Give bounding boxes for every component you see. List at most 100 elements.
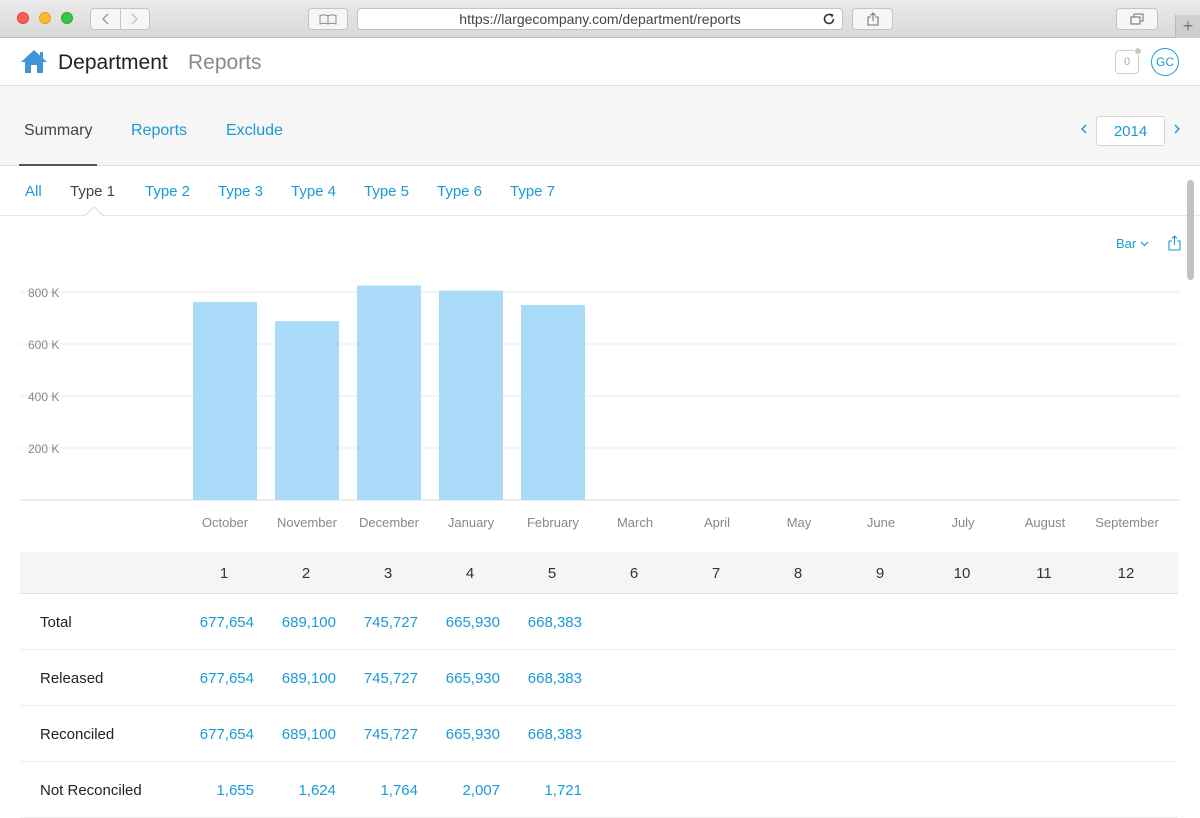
back-button[interactable] — [91, 9, 120, 29]
y-tick-label: 200 K — [28, 442, 59, 456]
table-cell[interactable]: 665,930 — [420, 614, 500, 631]
app-brand[interactable]: Department — [58, 51, 168, 75]
row-label: Reconciled — [40, 726, 115, 743]
tab-summary[interactable]: Summary — [24, 122, 92, 140]
table-cell[interactable]: 665,930 — [420, 726, 500, 743]
table-cell[interactable]: 745,727 — [338, 726, 418, 743]
bar[interactable] — [439, 290, 503, 500]
x-tick-label: May — [787, 515, 812, 530]
browser-toolbar: https://largecompany.com/department/repo… — [0, 0, 1200, 38]
column-header: 6 — [629, 565, 639, 582]
chart-type-label: Bar — [1116, 236, 1137, 251]
show-tabs-button[interactable] — [1116, 8, 1158, 30]
bar[interactable] — [521, 305, 585, 500]
column-header: 2 — [301, 565, 311, 582]
next-year-icon[interactable] — [1173, 122, 1181, 136]
type-filter-4[interactable]: Type 4 — [291, 183, 336, 200]
chevron-down-icon — [1140, 241, 1149, 246]
export-icon[interactable] — [1168, 235, 1181, 251]
type-filter-6[interactable]: Type 6 — [437, 183, 482, 200]
table-cell[interactable]: 1,655 — [174, 782, 254, 799]
zoom-window-button[interactable] — [61, 12, 73, 24]
table-cell[interactable]: 1,764 — [338, 782, 418, 799]
app-header: Department Reports 0 GC — [0, 38, 1200, 86]
x-tick-label: August — [1025, 515, 1066, 530]
chevron-right-icon — [131, 13, 139, 25]
book-icon — [319, 13, 337, 25]
close-window-button[interactable] — [17, 12, 29, 24]
new-tab-button[interactable]: + — [1175, 15, 1200, 38]
type-filter-2[interactable]: Type 2 — [145, 183, 190, 200]
column-header: 11 — [1036, 565, 1052, 582]
table-cell[interactable]: 689,100 — [256, 614, 336, 631]
notifications-button[interactable]: 0 — [1115, 47, 1142, 74]
bar[interactable] — [357, 285, 421, 501]
share-icon — [866, 12, 879, 26]
reader-view-button[interactable] — [308, 8, 348, 30]
minimize-window-button[interactable] — [39, 12, 51, 24]
row-label: Total — [40, 614, 72, 631]
table-cell[interactable]: 677,654 — [174, 726, 254, 743]
x-tick-label: February — [527, 515, 580, 530]
table-row: Reconciled 677,654 689,100 745,727 665,930 66… — [20, 706, 1178, 762]
type-filter-3[interactable]: Type 3 — [218, 183, 263, 200]
x-tick-label: January — [448, 515, 495, 530]
row-label: Released — [40, 670, 104, 687]
column-header: 7 — [711, 565, 721, 582]
x-tick-label: November — [277, 515, 338, 530]
table-cell[interactable]: 745,727 — [338, 614, 418, 631]
reload-icon[interactable] — [822, 12, 836, 26]
home-icon[interactable] — [19, 48, 49, 75]
tab-reports[interactable]: Reports — [131, 122, 187, 140]
type-filter-5[interactable]: Type 5 — [364, 183, 409, 200]
table-cell[interactable]: 668,383 — [502, 670, 582, 687]
plus-icon: + — [1182, 16, 1194, 36]
column-header: 1 — [219, 565, 229, 582]
column-header: 12 — [1117, 565, 1135, 582]
table-cell[interactable]: 668,383 — [502, 614, 582, 631]
column-header: 8 — [793, 565, 803, 582]
y-tick-label: 400 K — [28, 390, 59, 404]
table-cell[interactable]: 668,383 — [502, 726, 582, 743]
column-header: 3 — [383, 565, 393, 582]
column-header: 10 — [953, 565, 971, 582]
y-tick-label: 800 K — [28, 286, 59, 300]
year-selector[interactable]: 2014 — [1096, 116, 1165, 146]
bar[interactable] — [193, 301, 257, 500]
type-filter-bar: All Type 1 Type 2 Type 3 Type 4 Type 5 T… — [0, 166, 1200, 217]
table-cell[interactable]: 689,100 — [256, 670, 336, 687]
table-cell[interactable]: 1,624 — [256, 782, 336, 799]
url-text: https://largecompany.com/department/repo… — [459, 11, 741, 27]
previous-year-icon[interactable] — [1080, 122, 1088, 136]
table-cell[interactable]: 745,727 — [338, 670, 418, 687]
x-tick-label: September — [1095, 515, 1159, 530]
x-tick-label: April — [704, 515, 730, 530]
forward-button[interactable] — [119, 9, 150, 29]
page-scrollbar[interactable] — [1187, 180, 1194, 280]
type-filter-1[interactable]: Type 1 — [70, 183, 115, 200]
monthly-bar-chart: 200 K 400 K 600 K 800 K October November Decem… — [20, 285, 1180, 530]
table-cell[interactable]: 677,654 — [174, 614, 254, 631]
table-cell[interactable]: 677,654 — [174, 670, 254, 687]
y-tick-label: 600 K — [28, 338, 59, 352]
notification-count: 0 — [1123, 56, 1131, 68]
address-bar[interactable]: https://largecompany.com/department/repo… — [357, 8, 843, 30]
active-filter-caret-icon — [84, 206, 104, 217]
user-avatar[interactable]: GC — [1151, 48, 1179, 76]
table-cell[interactable]: 1,721 — [502, 782, 582, 799]
table-cell[interactable]: 2,007 — [420, 782, 500, 799]
table-cell[interactable]: 689,100 — [256, 726, 336, 743]
share-button[interactable] — [852, 8, 893, 30]
chevron-left-icon — [101, 13, 109, 25]
row-label: Not Reconciled — [40, 782, 142, 799]
history-nav — [90, 8, 150, 30]
table-cell[interactable]: 665,930 — [420, 670, 500, 687]
bar[interactable] — [275, 321, 339, 500]
type-filter-7[interactable]: Type 7 — [510, 183, 555, 200]
notification-dot-icon — [1134, 47, 1142, 55]
chart-type-dropdown[interactable]: Bar — [1116, 236, 1149, 251]
table-header: 1 2 3 4 5 6 7 8 9 10 11 12 — [20, 552, 1178, 594]
type-filter-all[interactable]: All — [25, 183, 42, 200]
tab-exclude[interactable]: Exclude — [226, 122, 283, 140]
table-row: Total 677,654 689,100 745,727 665,930 668,383 — [20, 594, 1178, 650]
